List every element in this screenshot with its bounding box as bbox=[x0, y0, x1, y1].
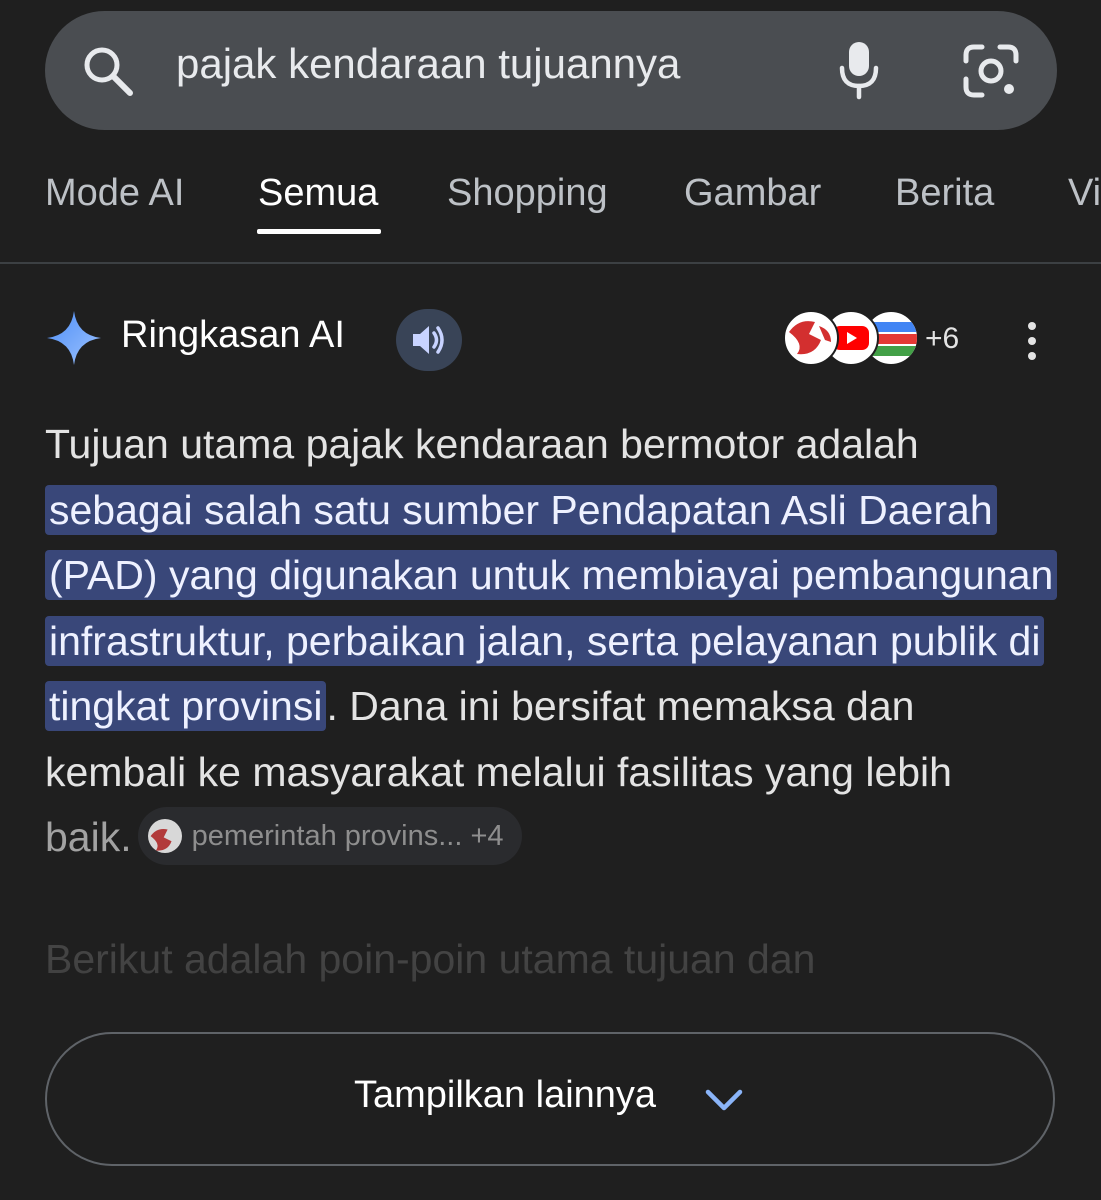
source-avatar-pemprov bbox=[783, 310, 839, 366]
source-chip[interactable]: pemerintah provins... +4 bbox=[137, 807, 522, 866]
search-input[interactable]: pajak kendaraan tujuannya bbox=[176, 40, 680, 88]
tab-shopping[interactable]: Shopping bbox=[447, 172, 608, 215]
show-more-button[interactable]: Tampilkan lainnya bbox=[45, 1032, 1055, 1166]
search-bar[interactable]: pajak kendaraan tujuannya bbox=[45, 11, 1057, 130]
source-chip-count: +4 bbox=[470, 820, 504, 853]
speaker-icon bbox=[413, 326, 444, 354]
source-count[interactable]: +6 bbox=[925, 322, 959, 356]
ai-overview-title: Ringkasan AI bbox=[121, 314, 345, 356]
chevron-down-icon bbox=[705, 1089, 743, 1111]
tab-gambar[interactable]: Gambar bbox=[684, 172, 821, 215]
listen-button[interactable] bbox=[396, 309, 462, 371]
camera-lens-icon[interactable] bbox=[962, 43, 1020, 99]
tab-mode-ai[interactable]: Mode AI bbox=[45, 172, 184, 215]
show-more-label: Tampilkan lainnya bbox=[354, 1074, 657, 1116]
search-tabs: Mode AI Semua Shopping Gambar Berita Vi bbox=[0, 150, 1101, 263]
content-fade bbox=[0, 960, 1101, 1040]
source-avatars[interactable] bbox=[783, 310, 923, 370]
more-vert-icon[interactable] bbox=[1022, 320, 1042, 364]
gemini-sparkle-icon bbox=[47, 311, 101, 365]
source-chip-label: pemerintah provins... bbox=[191, 820, 463, 853]
summary-paragraph: Tujuan utama pajak kendaraan bermotor ad… bbox=[45, 412, 1065, 871]
source-chip-avatar bbox=[147, 818, 182, 853]
ai-overview-summary: Tujuan utama pajak kendaraan bermotor ad… bbox=[45, 412, 1065, 1012]
tab-berita[interactable]: Berita bbox=[895, 172, 994, 215]
active-tab-indicator bbox=[257, 229, 381, 234]
summary-intro: Tujuan utama pajak kendaraan bermotor ad… bbox=[45, 421, 919, 467]
tab-semua[interactable]: Semua bbox=[258, 172, 378, 215]
tabs-divider bbox=[0, 262, 1101, 264]
summary-tail: baik. bbox=[45, 814, 132, 860]
search-icon bbox=[84, 47, 133, 96]
tab-video[interactable]: Vi bbox=[1068, 172, 1101, 215]
mic-icon[interactable] bbox=[836, 40, 882, 100]
